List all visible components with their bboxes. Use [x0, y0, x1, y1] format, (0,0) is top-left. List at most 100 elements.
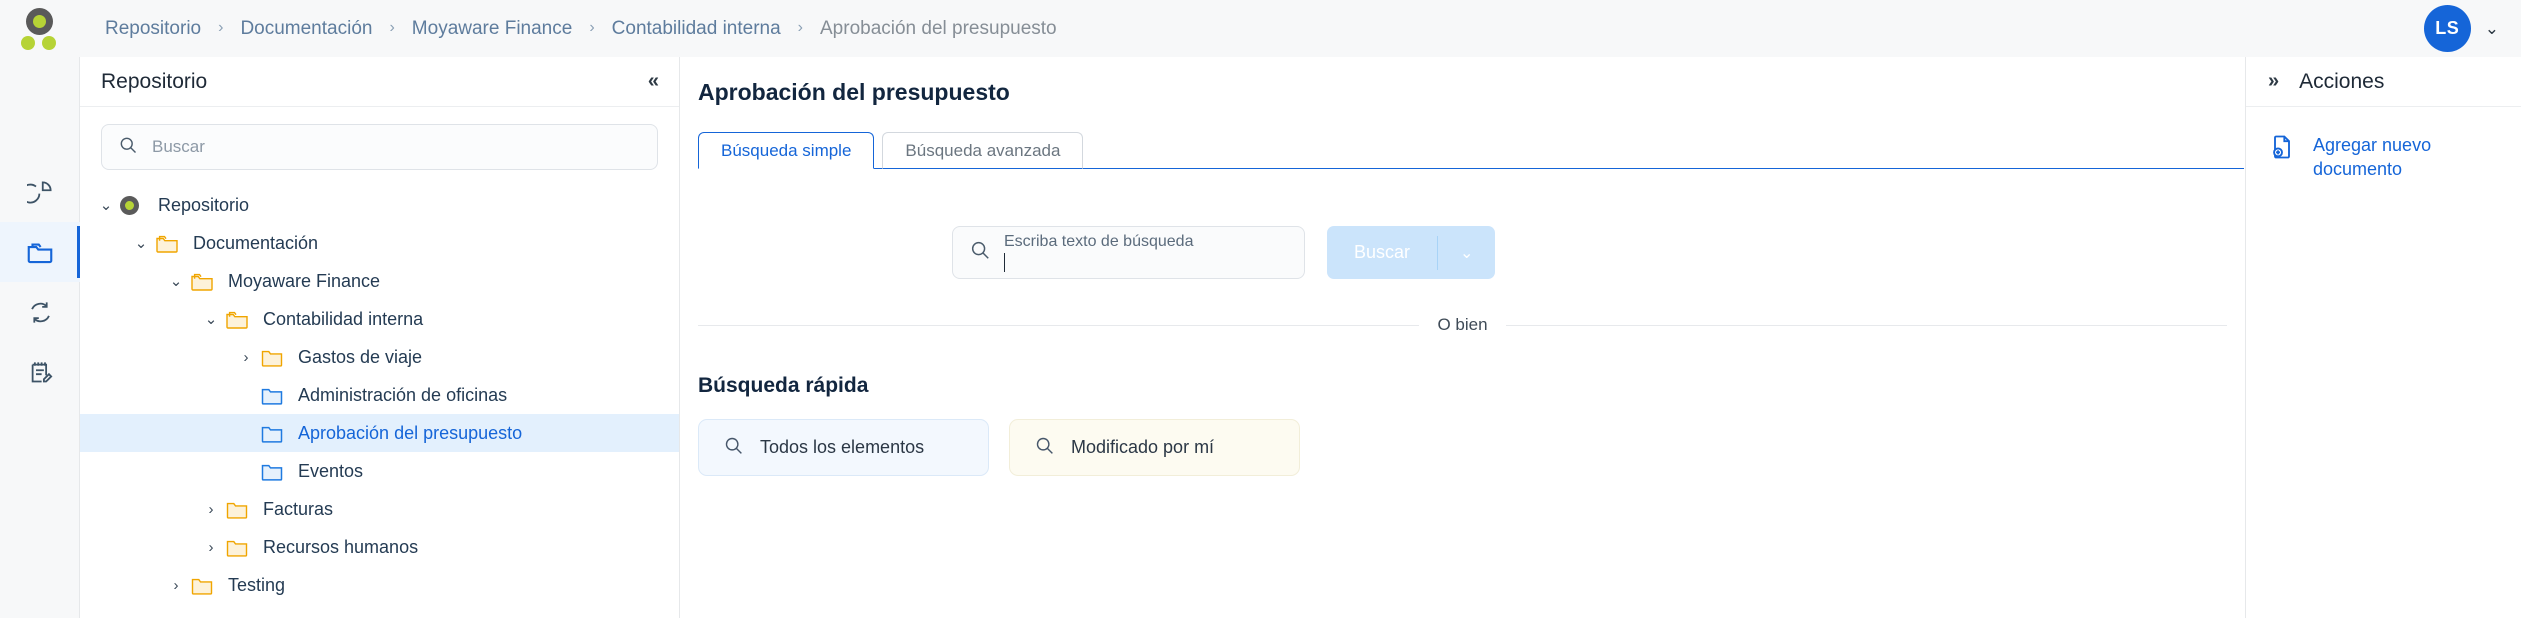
repository-dot-icon — [120, 195, 150, 215]
chevron-right-icon[interactable]: › — [197, 501, 225, 518]
tree-item-repositorio[interactable]: ⌄ Repositorio — [80, 186, 679, 224]
main-search-input[interactable]: Escriba texto de búsqueda — [952, 226, 1305, 279]
chevron-down-icon[interactable]: ⌄ — [127, 234, 155, 252]
page-title: Aprobación del presupuesto — [698, 79, 1010, 105]
tree-item-label: Testing — [228, 574, 286, 595]
chevron-down-icon[interactable]: ⌄ — [2485, 19, 2499, 39]
search-row: Escriba texto de búsqueda Buscar ⌄ — [952, 226, 2244, 279]
folder-open-icon — [155, 233, 185, 254]
folder-open-icon — [225, 309, 255, 330]
sidebar-header: Repositorio « — [80, 57, 679, 107]
rail-item-tasks[interactable] — [0, 342, 80, 402]
chevron-right-icon[interactable]: › — [197, 539, 225, 556]
tree-item-label: Facturas — [263, 498, 334, 519]
breadcrumb-separator: › — [589, 18, 595, 36]
add-new-document-button[interactable]: Agregar nuevo documento — [2246, 107, 2521, 181]
or-divider: O bien — [698, 315, 2227, 335]
tree-item-label: Eventos — [298, 460, 364, 481]
add-new-document-label: Agregar nuevo documento — [2313, 135, 2432, 179]
folder-open-icon — [190, 271, 220, 292]
avatar[interactable]: LS — [2423, 5, 2471, 52]
rail-item-dashboard[interactable] — [0, 162, 80, 222]
moyaware-logo-icon — [26, 7, 53, 35]
chevron-right-icon[interactable]: › — [232, 349, 260, 366]
tree-item-facturas[interactable]: › Facturas — [80, 490, 679, 528]
left-rail — [0, 57, 80, 618]
actions-panel: » Acciones Agregar nuevo documento — [2245, 57, 2521, 618]
breadcrumb-separator: › — [218, 18, 224, 36]
folder-closed-icon — [225, 537, 255, 558]
tree-item-label: Repositorio — [158, 194, 250, 215]
collapse-sidebar-button[interactable]: « — [648, 70, 659, 93]
search-input[interactable]: Buscar — [101, 124, 658, 170]
tree-item-moyaware-finance[interactable]: ⌄ Moyaware Finance — [80, 262, 679, 300]
tree-item-aprobaci-n-del-presupuesto[interactable]: Aprobación del presupuesto — [80, 414, 679, 452]
document-add-icon — [2268, 133, 2296, 166]
folder-icon — [25, 237, 55, 267]
search-button[interactable]: Buscar ⌄ — [1327, 226, 1496, 279]
breadcrumb-item: Aprobación del presupuesto — [820, 17, 1057, 39]
chevron-down-icon[interactable]: ⌄ — [197, 310, 225, 328]
breadcrumb-item[interactable]: Repositorio — [105, 18, 201, 40]
repository-tree: ⌄ Repositorio ⌄ Documentación ⌄ Moyaware Fina… — [80, 178, 679, 604]
top-bar: Repositorio › Documentación › Moyaware Finan… — [0, 0, 2521, 57]
chevron-right-icon[interactable]: › — [162, 577, 190, 594]
breadcrumb-separator: › — [797, 18, 803, 36]
expand-actions-button[interactable]: » — [2268, 70, 2279, 93]
tab-bar: Búsqueda simple Búsqueda avanzada — [698, 132, 2244, 169]
quick-card-todos-los-elementos[interactable]: Todos los elementos — [698, 419, 989, 476]
search-icon — [1034, 435, 1055, 461]
quick-search-title: Búsqueda rápida — [698, 374, 869, 397]
search-button-label: Buscar — [1354, 242, 1411, 262]
tree-item-label: Recursos humanos — [263, 536, 419, 557]
breadcrumb-item[interactable]: Moyaware Finance — [412, 18, 573, 40]
search-placeholder: Buscar — [152, 137, 205, 156]
search-icon — [969, 239, 991, 266]
main-content: Aprobación del presupuesto Búsqueda simp… — [681, 57, 2244, 618]
notepad-edit-icon — [27, 359, 54, 386]
search-icon — [723, 435, 744, 461]
tree-item-administraci-n-de-oficinas[interactable]: Administración de oficinas — [80, 376, 679, 414]
chevron-down-icon[interactable]: ⌄ — [92, 196, 120, 214]
tree-item-label: Aprobación del presupuesto — [298, 422, 523, 443]
folder-closed-icon — [190, 575, 220, 596]
folder-closed-icon — [260, 347, 290, 368]
chevron-down-icon[interactable]: ⌄ — [1438, 243, 1495, 263]
divider-line-right — [1505, 324, 2227, 326]
tree-item-label: Gastos de viaje — [298, 346, 423, 367]
repository-sidebar: Repositorio « Buscar ⌄ Repositorio ⌄ Docume… — [80, 57, 680, 618]
rail-item-sync[interactable] — [0, 282, 80, 342]
tab-b-squeda-simple[interactable]: Búsqueda simple — [698, 132, 875, 169]
rail-item-repository[interactable] — [0, 222, 80, 282]
folder-blue-icon — [260, 385, 290, 406]
folder-blue-icon — [260, 461, 290, 482]
app-logo[interactable] — [0, 0, 80, 57]
breadcrumb-item[interactable]: Documentación — [240, 18, 372, 40]
tree-item-label: Documentación — [193, 232, 319, 253]
sidebar-search-wrap: Buscar — [80, 107, 679, 178]
topbar-right-group: LS ⌄ — [2423, 5, 2521, 52]
tree-item-recursos-humanos[interactable]: › Recursos humanos — [80, 528, 679, 566]
main-search-label: Escriba texto de búsqueda — [1004, 233, 1194, 250]
tree-item-label: Contabilidad interna — [263, 308, 424, 329]
tab-b-squeda-avanzada[interactable]: Búsqueda avanzada — [882, 132, 1084, 169]
logo-dot-right — [42, 35, 56, 50]
divider-line-left — [698, 324, 1420, 326]
tree-item-gastos-de-viaje[interactable]: › Gastos de viaje — [80, 338, 679, 376]
quick-search-cards: Todos los elementos Modificado por mí — [698, 419, 2244, 476]
tree-item-documentaci-n[interactable]: ⌄ Documentación — [80, 224, 679, 262]
folder-closed-icon — [225, 499, 255, 520]
tree-item-contabilidad-interna[interactable]: ⌄ Contabilidad interna — [80, 300, 679, 338]
tree-item-label: Administración de oficinas — [298, 384, 508, 405]
tree-item-label: Moyaware Finance — [228, 270, 381, 291]
chevron-down-icon[interactable]: ⌄ — [162, 272, 190, 290]
breadcrumb-item[interactable]: Contabilidad interna — [612, 18, 781, 40]
tree-item-eventos[interactable]: Eventos — [80, 452, 679, 490]
or-label: O bien — [1437, 315, 1488, 334]
quick-card-modificado-por-m-[interactable]: Modificado por mí — [1009, 419, 1300, 476]
actions-title: Acciones — [2299, 69, 2385, 93]
tree-item-testing[interactable]: › Testing — [80, 566, 679, 604]
logo-dot-left — [21, 35, 35, 50]
